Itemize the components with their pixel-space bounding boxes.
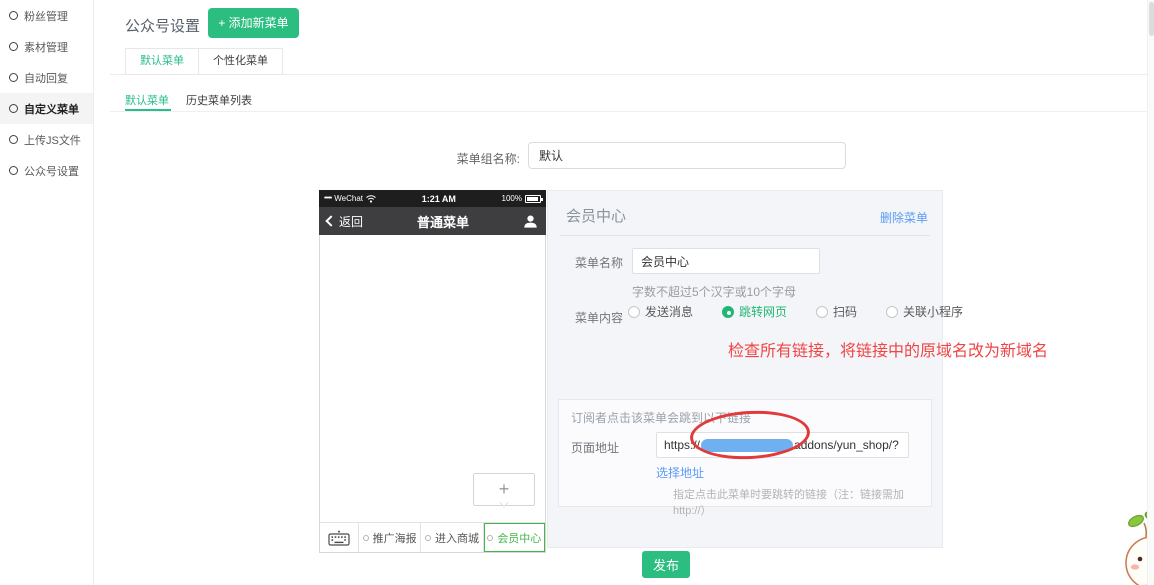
phone-menu-label: 推广海报: [373, 530, 417, 546]
clock-label: 1:21 AM: [376, 194, 502, 204]
radio-icon: [816, 306, 828, 318]
subtab-history-menu-list[interactable]: 历史菜单列表: [186, 92, 252, 108]
sidebar-item-label: 素材管理: [24, 39, 68, 55]
sidebar-item-custom-menu[interactable]: 自定义菜单: [0, 93, 93, 124]
sidebar-item-label: 上传JS文件: [24, 132, 81, 148]
add-new-menu-button[interactable]: + 添加新菜单: [208, 8, 299, 38]
sidebar-item-account-settings[interactable]: 公众号设置: [0, 155, 93, 186]
radio-jump-webpage[interactable]: 跳转网页: [722, 303, 787, 320]
sidebar-item-label: 粉丝管理: [24, 8, 68, 24]
menu-content-options: 发送消息 跳转网页 扫码 关联小程序: [628, 303, 963, 320]
sidebar-item-label: 公众号设置: [24, 163, 79, 179]
battery-percent-label: 100%: [502, 194, 522, 203]
wifi-icon: [366, 195, 376, 203]
back-button: 返回: [327, 213, 363, 230]
url-hint: 指定点击此菜单时要跳转的链接（注：链接需加http://）: [673, 486, 931, 518]
radio-ring-icon: [9, 104, 18, 113]
phone-body: +: [319, 235, 546, 553]
menu-name-input[interactable]: [632, 248, 820, 274]
page-url-label: 页面地址: [571, 439, 619, 456]
radio-scan-code[interactable]: 扫码: [816, 303, 857, 320]
menu-name-label: 菜单名称: [575, 254, 623, 271]
bullet-circle-icon: [487, 535, 493, 541]
sidebar-item-label: 自定义菜单: [24, 101, 79, 117]
app-root: 粉丝管理 素材管理 自动回复 自定义菜单 上传JS文件 公众号设置 公众号设置 …: [0, 0, 1154, 585]
radio-mini-program[interactable]: 关联小程序: [886, 303, 963, 320]
bullet-circle-icon: [363, 535, 369, 541]
phone-menu-bar: 推广海报 进入商城 会员中心: [320, 522, 545, 552]
radio-send-message[interactable]: 发送消息: [628, 303, 693, 320]
menu-content-label: 菜单内容: [575, 309, 623, 326]
radio-icon: [628, 306, 640, 318]
phone-menu-item-member-center[interactable]: 会员中心: [483, 523, 545, 552]
sidebar: 粉丝管理 素材管理 自动回复 自定义菜单 上传JS文件 公众号设置: [0, 0, 94, 585]
radio-icon: [886, 306, 898, 318]
menu-edit-panel: 会员中心 删除菜单 菜单名称 字数不超过5个汉字或10个字母 菜单内容 发送消息…: [547, 190, 943, 548]
radio-icon: [722, 306, 734, 318]
subtab-default-menu[interactable]: 默认菜单: [125, 92, 169, 108]
battery-icon: [525, 195, 541, 203]
carrier-label: WeChat: [334, 194, 363, 203]
phone-status-bar: ••••• WeChat 1:21 AM 100%: [319, 190, 546, 207]
sidebar-item-material[interactable]: 素材管理: [0, 31, 93, 62]
radio-ring-icon: [9, 166, 18, 175]
radio-label: 跳转网页: [739, 303, 787, 320]
phone-menu-label: 会员中心: [497, 530, 541, 546]
phone-canvas: +: [320, 235, 545, 522]
delete-menu-link[interactable]: 删除菜单: [880, 209, 928, 226]
phone-nav-bar: 返回 普通菜单: [319, 207, 546, 235]
menu-group-name-label: 菜单组名称:: [420, 150, 520, 167]
panel-divider: [560, 235, 930, 236]
radio-label: 关联小程序: [903, 303, 963, 320]
back-label: 返回: [339, 213, 363, 230]
annotation-text: 检查所有链接，将链接中的原域名改为新域名: [728, 337, 1048, 361]
phone-nav-title: 普通菜单: [363, 212, 523, 231]
radio-label: 扫码: [833, 303, 857, 320]
sidebar-item-autoreply[interactable]: 自动回复: [0, 62, 93, 93]
add-submenu-button[interactable]: +: [473, 473, 535, 506]
phone-menu-label: 进入商城: [435, 530, 479, 546]
tab-default-menu[interactable]: 默认菜单: [126, 49, 198, 74]
radio-label: 发送消息: [645, 303, 693, 320]
person-icon: [523, 214, 538, 229]
radio-ring-icon: [9, 11, 18, 20]
panel-title: 会员中心: [566, 205, 626, 226]
scrollbar-thumb[interactable]: [1149, 2, 1154, 36]
publish-button[interactable]: 发布: [642, 551, 690, 578]
chevron-left-icon: [325, 215, 336, 226]
choose-address-link[interactable]: 选择地址: [656, 464, 704, 481]
tab-personalized-menu[interactable]: 个性化菜单: [198, 49, 282, 74]
menu-group-name-input[interactable]: [528, 142, 846, 169]
keyboard-toggle-button[interactable]: [320, 523, 358, 552]
mascot-radish-widget[interactable]: [1100, 499, 1154, 585]
url-suffix: addons/yun_shop/?: [794, 438, 899, 452]
phone-menu-item-poster[interactable]: 推广海报: [358, 523, 420, 552]
phone-menu-item-mall[interactable]: 进入商城: [420, 523, 482, 552]
radio-ring-icon: [9, 135, 18, 144]
radio-ring-icon: [9, 73, 18, 82]
sidebar-item-upload-js[interactable]: 上传JS文件: [0, 124, 93, 155]
subtab-active-underline: [125, 109, 171, 111]
phone-preview: ••••• WeChat 1:21 AM 100% 返回 普通菜单: [319, 190, 546, 553]
sidebar-item-fans[interactable]: 粉丝管理: [0, 0, 93, 31]
keyboard-icon: [328, 530, 350, 546]
page-title: 公众号设置: [125, 15, 200, 36]
sidebar-item-label: 自动回复: [24, 70, 68, 86]
signal-dots-icon: •••••: [324, 195, 331, 202]
menu-name-hint: 字数不超过5个汉字或10个字母: [632, 283, 796, 300]
radio-ring-icon: [9, 42, 18, 51]
subtab-divider: [110, 111, 1154, 112]
bullet-circle-icon: [425, 535, 431, 541]
page-scrollbar[interactable]: [1147, 0, 1154, 585]
primary-tabs: 默认菜单 个性化菜单: [125, 48, 283, 75]
